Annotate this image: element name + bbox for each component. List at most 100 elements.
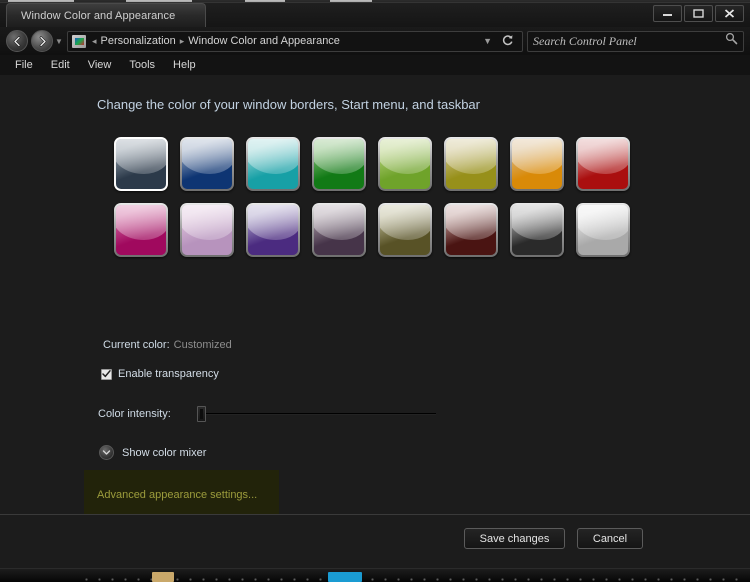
current-color-value: Customized — [173, 339, 232, 351]
forward-button[interactable] — [31, 30, 53, 52]
refresh-icon[interactable] — [497, 34, 518, 49]
color-swatch-cell — [174, 197, 240, 263]
window-title-tab[interactable]: Window Color and Appearance — [6, 3, 206, 27]
color-swatch-gloss — [314, 205, 364, 240]
menu-item-view[interactable]: View — [79, 57, 121, 73]
expander-chevron-down-icon[interactable] — [99, 445, 114, 460]
window-title-text: Window Color and Appearance — [21, 9, 176, 22]
save-changes-button[interactable]: Save changes — [464, 528, 565, 549]
breadcrumb-overflow-icon[interactable]: ◂ — [88, 36, 101, 47]
color-swatch-cell — [240, 131, 306, 197]
breadcrumb-window-color[interactable]: Window Color and Appearance — [188, 35, 478, 47]
color-swatch-charcoal[interactable] — [510, 203, 564, 257]
color-swatch-gloss — [446, 205, 496, 240]
enable-transparency-checkbox[interactable] — [101, 368, 112, 380]
color-swatch-cell — [438, 197, 504, 263]
color-swatch-frost[interactable] — [576, 203, 630, 257]
color-swatch-face — [182, 139, 232, 189]
show-color-mixer-row[interactable]: Show color mixer — [99, 445, 206, 460]
color-swatch-face — [248, 205, 298, 255]
color-swatch-wine[interactable] — [444, 203, 498, 257]
advanced-appearance-highlight: Advanced appearance settings... — [84, 470, 279, 520]
color-swatch-gloss — [578, 205, 628, 240]
taskbar-item[interactable] — [152, 572, 174, 582]
color-swatch-cell — [108, 197, 174, 263]
color-swatch-gloss — [380, 139, 430, 174]
color-swatch-face — [314, 205, 364, 255]
color-swatch-violet[interactable] — [246, 203, 300, 257]
slider-track[interactable] — [205, 413, 436, 415]
color-swatch-face — [314, 139, 364, 189]
window-controls — [653, 5, 744, 22]
color-swatch-face — [116, 205, 166, 255]
color-swatch-lime[interactable] — [378, 137, 432, 191]
close-button[interactable] — [715, 5, 744, 22]
color-swatch-ruby[interactable] — [576, 137, 630, 191]
back-button[interactable] — [6, 30, 28, 52]
color-swatch-leaf[interactable] — [312, 137, 366, 191]
content-area: Change the color of your window borders,… — [0, 75, 750, 532]
color-swatch-cell — [174, 131, 240, 197]
color-swatch-gloss — [248, 139, 298, 174]
search-box[interactable] — [527, 30, 744, 52]
breadcrumb-chevron-down-icon[interactable]: ▼ — [478, 36, 497, 46]
breadcrumb-personalization[interactable]: Personalization — [101, 35, 176, 47]
color-swatch-pink[interactable] — [114, 203, 168, 257]
color-swatch-cell — [570, 197, 636, 263]
color-swatch-cell — [372, 197, 438, 263]
screen: Window Color and Appearance ▼ ◂ Personal… — [0, 0, 750, 582]
color-swatch-sun[interactable] — [510, 137, 564, 191]
color-intensity-row: Color intensity: — [98, 406, 436, 422]
color-swatch-sunset[interactable] — [444, 137, 498, 191]
color-swatch-lavender[interactable] — [180, 203, 234, 257]
slider-thumb[interactable] — [197, 406, 206, 422]
search-icon — [725, 32, 738, 50]
color-swatch-plum[interactable] — [312, 203, 366, 257]
cancel-button[interactable]: Cancel — [577, 528, 643, 549]
address-bar: ▼ ◂ Personalization ▸ Window Color and A… — [0, 27, 750, 55]
color-swatch-cell — [570, 131, 636, 197]
taskbar-dot-pattern — [80, 574, 746, 581]
display-icon — [72, 34, 86, 48]
color-swatch-face — [380, 139, 430, 189]
color-swatch-cell — [306, 131, 372, 197]
color-swatch-cell — [372, 131, 438, 197]
color-swatch-olive[interactable] — [378, 203, 432, 257]
color-swatch-gloss — [248, 205, 298, 240]
color-intensity-slider[interactable] — [197, 406, 436, 422]
taskbar[interactable] — [0, 568, 750, 582]
advanced-appearance-settings-link[interactable]: Advanced appearance settings... — [97, 489, 257, 501]
color-swatch-sky[interactable] — [114, 137, 168, 191]
menu-item-file[interactable]: File — [6, 57, 42, 73]
menu-item-edit[interactable]: Edit — [42, 57, 79, 73]
color-swatch-gloss — [182, 139, 232, 174]
enable-transparency-row[interactable]: Enable transparency — [101, 368, 219, 380]
color-swatch-face — [446, 205, 496, 255]
color-swatch-face — [248, 139, 298, 189]
history-dropdown-button[interactable]: ▼ — [53, 37, 65, 46]
title-bar: Window Color and Appearance — [0, 3, 750, 27]
color-swatch-face — [512, 205, 562, 255]
back-arrow-icon — [13, 35, 20, 47]
control-panel-window: Window Color and Appearance ▼ ◂ Personal… — [0, 2, 750, 570]
current-color-label: Current color: — [103, 339, 170, 351]
menu-item-tools[interactable]: Tools — [120, 57, 164, 73]
color-swatch-graphite[interactable] — [180, 137, 234, 191]
taskbar-item[interactable] — [328, 572, 362, 582]
menu-item-help[interactable]: Help — [164, 57, 205, 73]
color-swatch-twilight[interactable] — [246, 137, 300, 191]
color-swatch-cell — [504, 197, 570, 263]
color-swatch-face — [380, 205, 430, 255]
footer-bar: Save changes Cancel — [0, 514, 750, 569]
color-swatch-gloss — [380, 205, 430, 240]
chevron-down-icon: ▼ — [55, 36, 63, 46]
color-swatch-gloss — [512, 139, 562, 174]
color-swatch-face — [446, 139, 496, 189]
show-color-mixer-label: Show color mixer — [122, 446, 207, 459]
current-color-row: Current color: Customized — [103, 339, 232, 351]
search-input[interactable] — [533, 33, 725, 49]
breadcrumb-bar[interactable]: ◂ Personalization ▸ Window Color and App… — [67, 30, 523, 52]
color-swatch-gloss — [116, 205, 166, 240]
minimize-button[interactable] — [653, 5, 682, 22]
maximize-button[interactable] — [684, 5, 713, 22]
